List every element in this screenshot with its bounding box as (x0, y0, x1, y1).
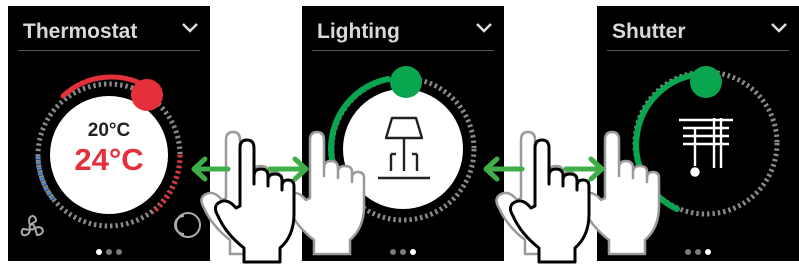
swipe-gesture-1 (191, 130, 366, 264)
swipe-left-arrow (483, 156, 525, 182)
gesture-overlay (191, 130, 661, 264)
swipe-gesture-2 (483, 130, 661, 264)
swipe-left-arrow (191, 156, 231, 182)
